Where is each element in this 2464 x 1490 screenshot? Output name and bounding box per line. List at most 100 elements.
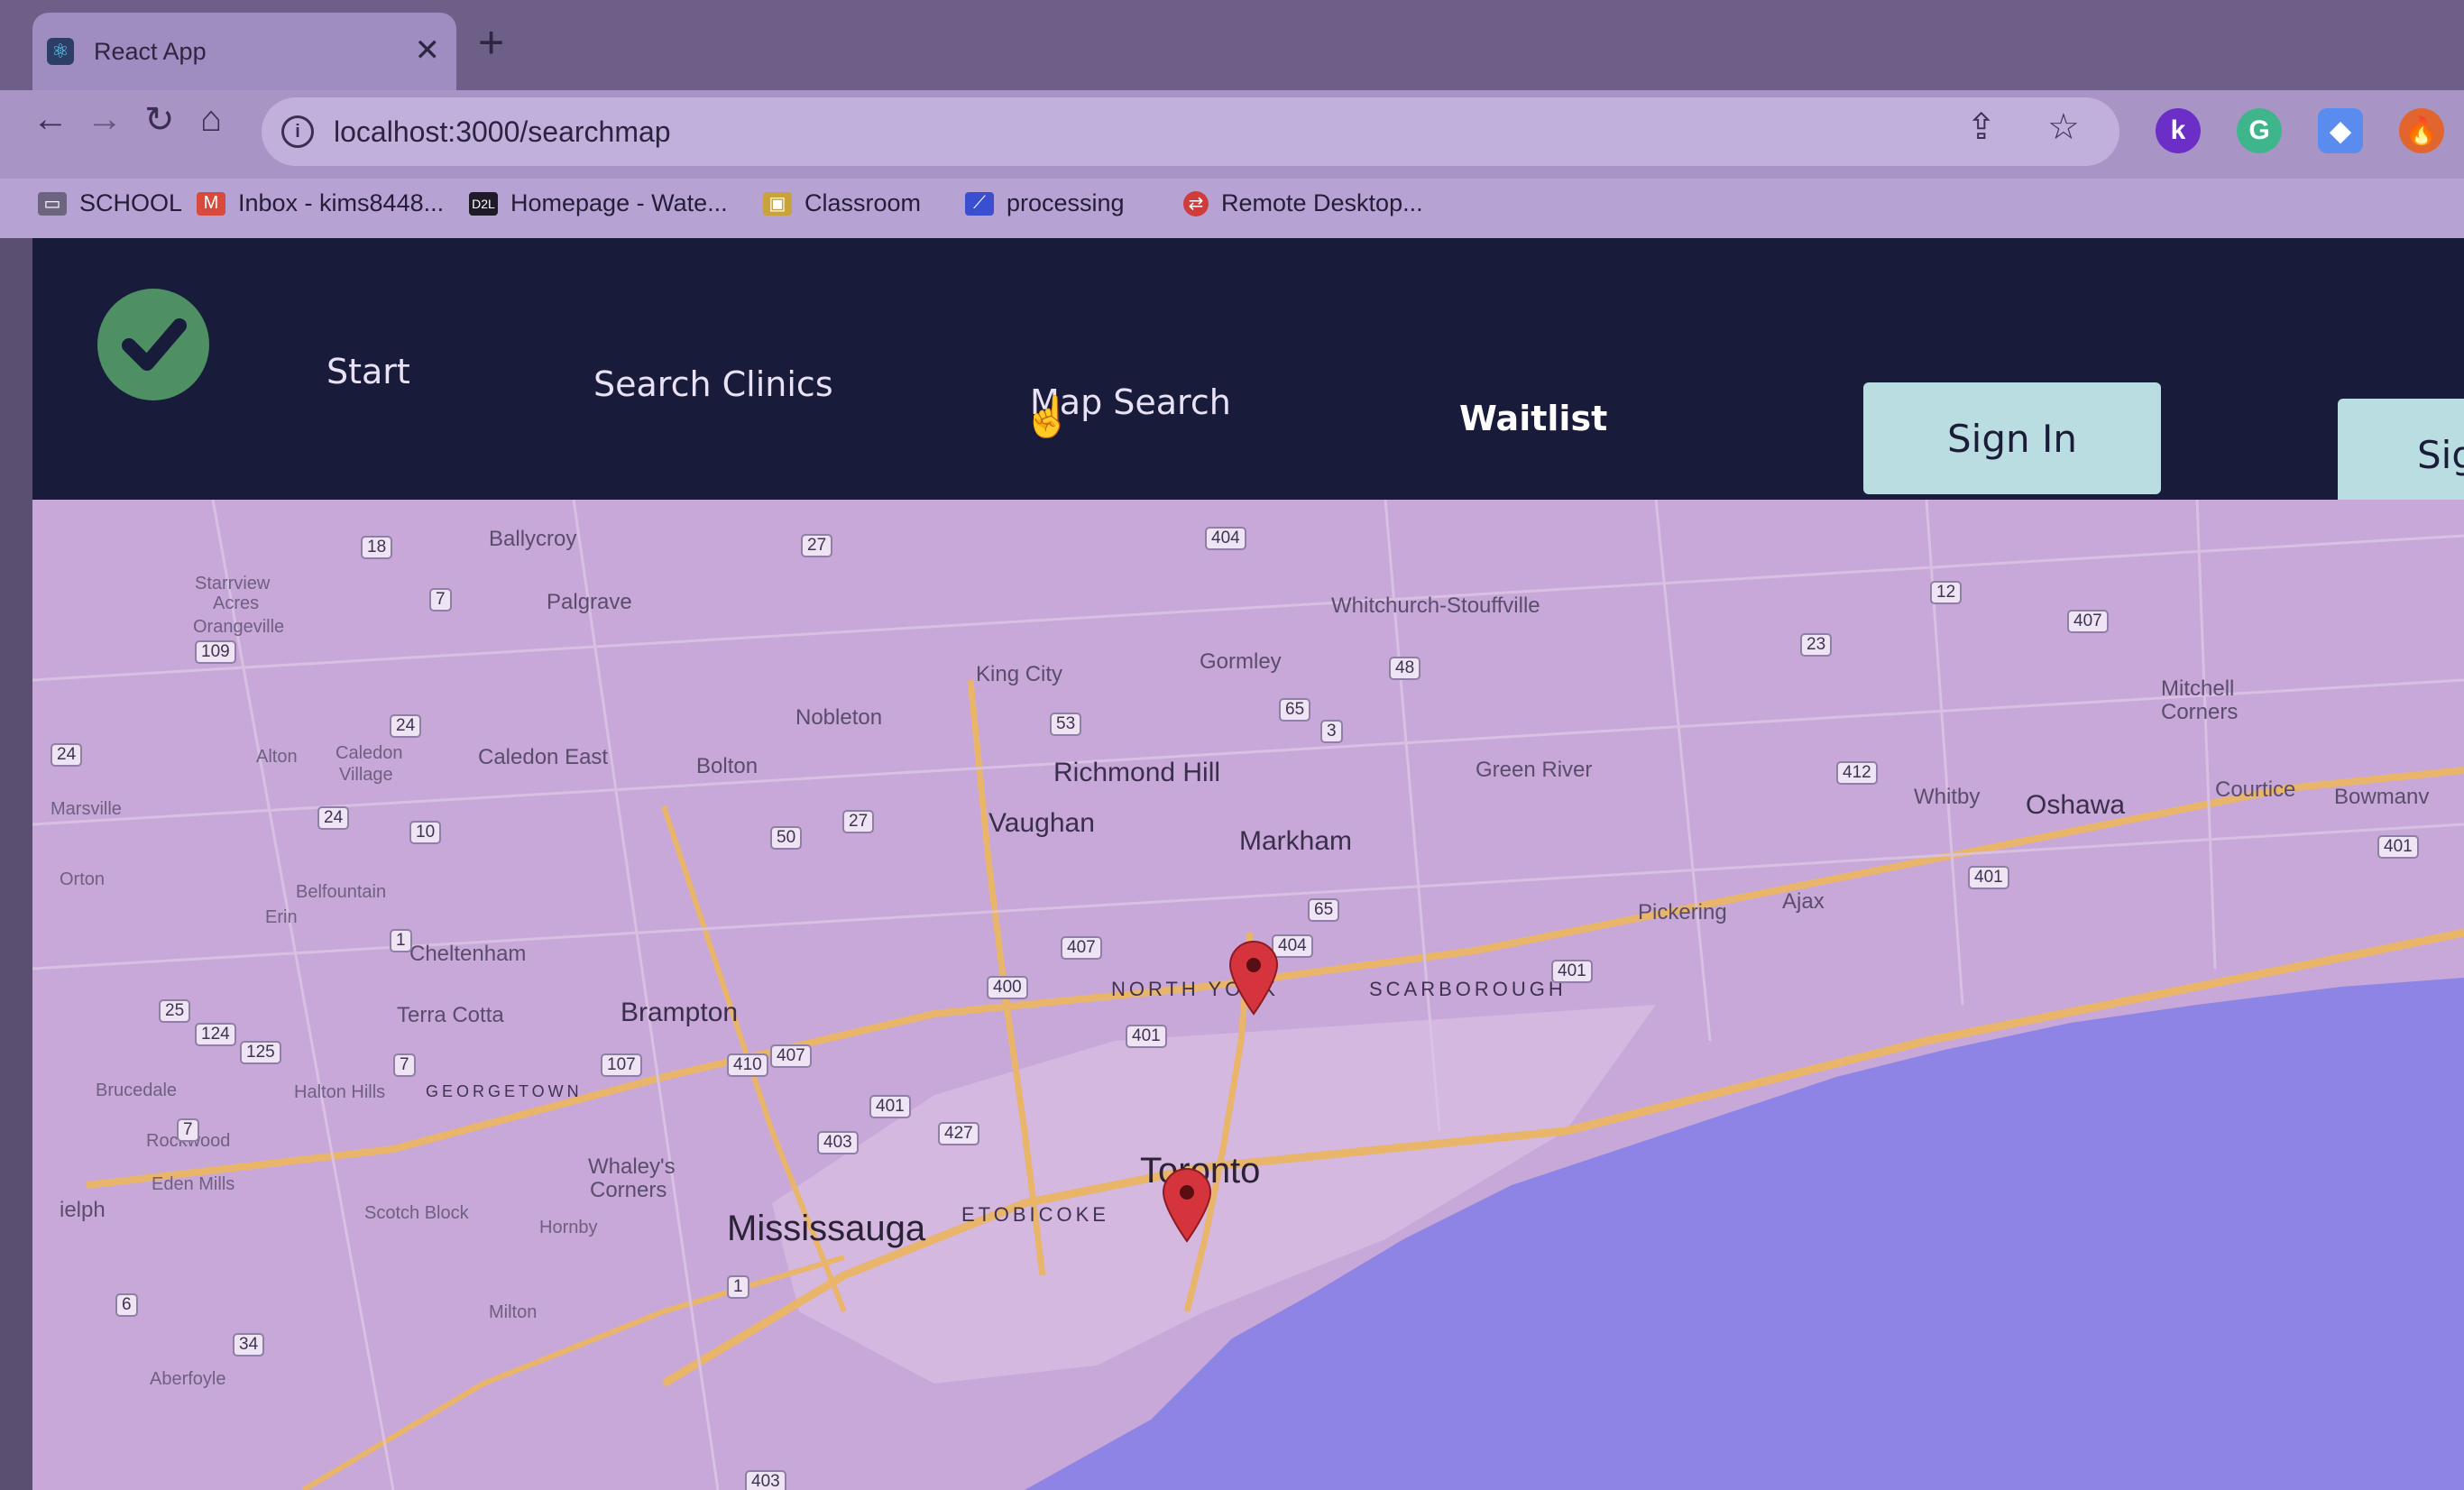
star-icon[interactable]: ☆	[2047, 106, 2080, 148]
label-marsville: Marsville	[51, 799, 122, 819]
label-courtice: Courtice	[2215, 777, 2296, 802]
label-cheltenham: Cheltenham	[409, 942, 527, 966]
checkmark-logo-icon[interactable]	[97, 289, 209, 400]
bookmark-remote-desktop[interactable]: ⇄ Remote Desktop...	[1183, 189, 1423, 217]
hand-cursor-icon: ☝	[1023, 395, 1072, 439]
extension-fire-icon[interactable]: 🔥	[2399, 108, 2444, 153]
sign-in-button[interactable]: Sign In	[1863, 382, 2161, 494]
label-nobleton: Nobleton	[795, 705, 883, 730]
label-whaleys-corners: Corners	[590, 1178, 667, 1202]
back-arrow-icon[interactable]: ←	[32, 99, 69, 140]
label-halton-hills: Halton Hills	[294, 1082, 386, 1102]
label-pickering: Pickering	[1638, 900, 1727, 924]
label-oshawa: Oshawa	[2026, 790, 2126, 820]
home-icon[interactable]: ⌂	[200, 99, 222, 140]
shield-24: 24	[390, 714, 422, 738]
label-orton: Orton	[60, 869, 106, 889]
shield-27b: 27	[842, 810, 875, 833]
shield-125: 125	[240, 1041, 281, 1064]
map-marker-icon[interactable]	[1227, 940, 1281, 1016]
d2l-icon: D2L	[469, 191, 498, 216]
label-scarborough: SCARBOROUGH	[1369, 978, 1567, 1000]
bookmark-school[interactable]: ▭ SCHOOL	[38, 189, 182, 217]
shield-407c: 407	[770, 1044, 812, 1068]
shield-427: 427	[938, 1122, 979, 1145]
shield-65: 65	[1279, 698, 1311, 722]
map-marker-icon[interactable]	[1160, 1167, 1214, 1243]
shield-109: 109	[195, 640, 236, 664]
map-view[interactable]: Ballycroy Starrview Acres Orangeville Pa…	[32, 500, 2464, 1490]
forward-arrow-icon[interactable]: →	[87, 99, 123, 140]
close-icon[interactable]: ✕	[415, 32, 441, 69]
shield-404: 404	[1205, 527, 1246, 550]
shield-407: 407	[2067, 610, 2109, 633]
bookmark-inbox[interactable]: M Inbox - kims8448...	[197, 189, 444, 217]
sign-up-button[interactable]: Sign	[2338, 399, 2464, 510]
checkmark-icon	[122, 318, 187, 371]
bookmarks-bar: ▭ SCHOOL M Inbox - kims8448... D2L Homep…	[0, 179, 2464, 238]
shield-412: 412	[1836, 761, 1878, 785]
remote-desktop-icon: ⇄	[1183, 190, 1209, 216]
bookmark-classroom[interactable]: ▣ Classroom	[763, 189, 921, 217]
tab-title: React App	[94, 37, 207, 65]
folder-icon: ▭	[38, 191, 67, 216]
shield-401b: 401	[2377, 835, 2419, 859]
info-icon[interactable]: i	[281, 115, 314, 148]
shield-107: 107	[601, 1053, 642, 1077]
label-ballycroy: Ballycroy	[489, 527, 577, 551]
label-whaleys: Whaley's	[588, 1154, 676, 1179]
shield-401: 401	[1968, 866, 2009, 889]
shield-7b: 7	[393, 1053, 416, 1077]
bookmark-label: SCHOOL	[79, 189, 183, 216]
shield-50: 50	[770, 826, 803, 850]
shield-124: 124	[195, 1023, 236, 1046]
shield-6: 6	[115, 1293, 138, 1317]
shield-53: 53	[1050, 713, 1082, 736]
url-text: localhost:3000/searchmap	[334, 115, 671, 148]
label-hornby: Hornby	[539, 1218, 598, 1237]
bookmark-homepage[interactable]: D2L Homepage - Wate...	[469, 189, 728, 217]
label-mississauga: Mississauga	[727, 1209, 926, 1248]
label-ajax: Ajax	[1782, 889, 1825, 914]
address-bar[interactable]: i localhost:3000/searchmap ⇪ ☆	[262, 97, 2119, 166]
bookmark-label: Remote Desktop...	[1221, 189, 1423, 216]
share-icon[interactable]: ⇪	[1966, 106, 1997, 148]
extension-grammarly-icon[interactable]: G	[2237, 108, 2282, 153]
shield-25: 25	[159, 999, 191, 1023]
label-palgrave: Palgrave	[547, 590, 632, 614]
shield-18: 18	[361, 536, 393, 559]
classroom-icon: ▣	[763, 191, 792, 216]
gmail-icon: M	[197, 191, 225, 216]
extension-k-icon[interactable]: k	[2156, 108, 2201, 153]
label-mitchell: Mitchell	[2161, 676, 2235, 701]
browser-tab-strip: ⚛ React App ✕ +	[0, 0, 2464, 90]
label-vaughan: Vaughan	[988, 808, 1095, 838]
shield-7c: 7	[177, 1118, 199, 1142]
shield-10: 10	[409, 821, 442, 844]
shield-403b: 403	[745, 1470, 786, 1490]
label-milton: Milton	[489, 1302, 538, 1322]
nav-start[interactable]: Start	[326, 352, 410, 391]
label-brucedale: Brucedale	[96, 1081, 178, 1100]
label-belfountain: Belfountain	[296, 882, 387, 902]
highway-403	[301, 1255, 845, 1490]
bookmark-label: processing	[1007, 189, 1125, 216]
nav-waitlist[interactable]: Waitlist	[1459, 399, 1607, 438]
label-richmond-hill: Richmond Hill	[1053, 758, 1221, 787]
label-caledon: Caledon	[336, 743, 403, 763]
label-gormley: Gormley	[1200, 649, 1282, 674]
bookmark-processing[interactable]: ⟋ processing	[965, 189, 1125, 217]
shield-1: 1	[390, 929, 412, 952]
label-markham: Markham	[1239, 826, 1353, 856]
shield-34: 34	[233, 1333, 265, 1357]
label-starrview: Starrview	[195, 574, 271, 593]
label-bolton: Bolton	[696, 754, 759, 778]
shield-407b: 407	[1061, 936, 1102, 960]
reload-icon[interactable]: ↻	[144, 99, 175, 141]
shield-410: 410	[727, 1053, 768, 1077]
nav-search-clinics[interactable]: Search Clinics	[593, 364, 833, 404]
label-brampton: Brampton	[621, 998, 739, 1027]
extension-diamond-icon[interactable]: ◆	[2318, 108, 2363, 153]
new-tab-button[interactable]: +	[478, 20, 504, 65]
browser-tab[interactable]: ⚛ React App ✕	[32, 13, 456, 90]
